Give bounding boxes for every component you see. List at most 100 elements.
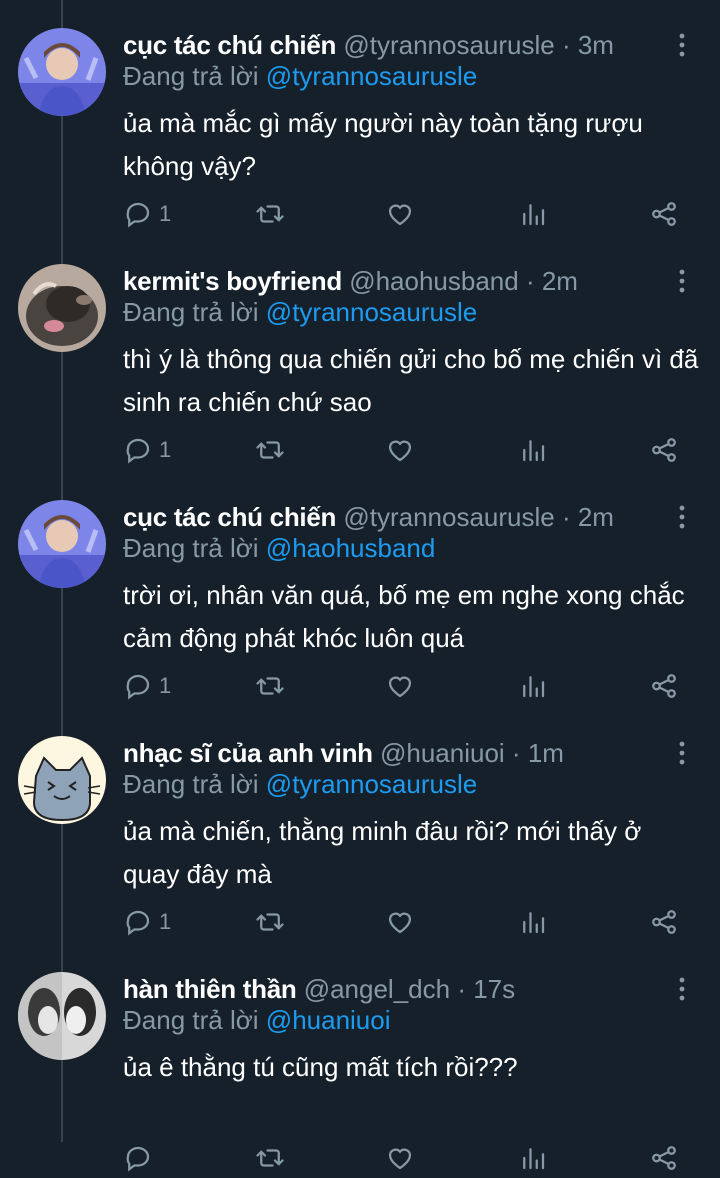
avatar[interactable] (18, 736, 106, 824)
user-handle[interactable]: @haohusband (349, 266, 519, 296)
share-button[interactable] (649, 902, 679, 942)
tweet-header: kermit's boyfriend @haohusband · 2m (123, 264, 578, 298)
reply-prefix: Đang trả lời (123, 533, 259, 563)
display-name[interactable]: kermit's boyfriend (123, 266, 342, 296)
analytics-button[interactable] (518, 666, 548, 706)
mention-link[interactable]: @tyrannosaurusle (266, 297, 477, 327)
share-icon (649, 199, 679, 229)
share-icon (649, 671, 679, 701)
timestamp[interactable]: 3m (578, 30, 614, 60)
separator: · (504, 738, 528, 768)
reply-icon (123, 671, 153, 701)
retweet-icon (255, 199, 285, 229)
timestamp[interactable]: 2m (578, 502, 614, 532)
analytics-icon (518, 1143, 548, 1173)
user-handle[interactable]: @huaniuoi (380, 738, 505, 768)
heart-icon (385, 1143, 415, 1173)
reply-prefix: Đang trả lời (123, 1005, 259, 1035)
reply-button[interactable]: 1 (123, 666, 171, 706)
analytics-icon (518, 671, 548, 701)
analytics-icon (518, 199, 548, 229)
analytics-button[interactable] (518, 1138, 548, 1178)
retweet-icon (255, 907, 285, 937)
mention-link[interactable]: @tyrannosaurusle (266, 769, 477, 799)
tweet-text: ủa ê thằng tú cũng mất tích rồi??? (123, 1052, 518, 1082)
user-handle[interactable]: @tyrannosaurusle (343, 502, 554, 532)
avatar[interactable] (18, 500, 106, 588)
retweet-button[interactable] (255, 430, 285, 470)
tweet-actions: 1 (123, 430, 683, 470)
analytics-button[interactable] (518, 902, 548, 942)
tweet-text: trời ơi, nhân văn quá, bố mẹ em nghe xon… (123, 580, 685, 653)
like-button[interactable] (385, 1138, 415, 1178)
user-handle[interactable]: @tyrannosaurusle (343, 30, 554, 60)
tweet-actions: 1 (123, 666, 683, 706)
more-options-icon[interactable] (672, 266, 692, 296)
share-button[interactable] (649, 194, 679, 234)
like-button[interactable] (385, 194, 415, 234)
retweet-button[interactable] (255, 1138, 285, 1178)
timestamp[interactable]: 1m (528, 738, 564, 768)
heart-icon (385, 199, 415, 229)
like-button[interactable] (385, 430, 415, 470)
share-button[interactable] (649, 1138, 679, 1178)
tweet-text: ủa mà chiến, thằng minh đâu rồi? mới thấ… (123, 816, 642, 889)
tweet-header: cục tác chú chiến @tyrannosaurusle · 2m (123, 500, 614, 534)
reply-prefix: Đang trả lời (123, 61, 259, 91)
reply-button[interactable]: 1 (123, 902, 171, 942)
analytics-icon (518, 435, 548, 465)
like-button[interactable] (385, 666, 415, 706)
avatar[interactable] (18, 264, 106, 352)
share-icon (649, 435, 679, 465)
mention-link[interactable]: @huaniuoi (266, 1005, 391, 1035)
reply-button[interactable] (123, 1138, 159, 1178)
like-button[interactable] (385, 902, 415, 942)
reply-count: 1 (159, 909, 172, 934)
display-name[interactable]: cục tác chú chiến (123, 502, 336, 532)
mention-link[interactable]: @haohusband (266, 533, 436, 563)
reply-button[interactable]: 1 (123, 430, 171, 470)
tweet-text: ủa mà mắc gì mấy người này toàn tặng rượ… (123, 108, 643, 181)
timestamp[interactable]: 17s (473, 974, 515, 1004)
separator: · (554, 502, 578, 532)
retweet-button[interactable] (255, 666, 285, 706)
display-name[interactable]: hàn thiên thần (123, 974, 297, 1004)
display-name[interactable]: cục tác chú chiến (123, 30, 336, 60)
tweet-actions (123, 1138, 683, 1178)
separator: · (518, 266, 542, 296)
heart-icon (385, 671, 415, 701)
more-options-icon[interactable] (672, 974, 692, 1004)
tweet-header: cục tác chú chiến @tyrannosaurusle · 3m (123, 28, 614, 62)
retweet-button[interactable] (255, 194, 285, 234)
reply-count: 1 (159, 201, 172, 226)
heart-icon (385, 907, 415, 937)
more-options-icon[interactable] (672, 738, 692, 768)
tweet-header: nhạc sĩ của anh vinh @huaniuoi · 1m (123, 736, 564, 770)
analytics-icon (518, 907, 548, 937)
reply-icon (123, 907, 153, 937)
reply-icon (123, 1143, 153, 1173)
retweet-button[interactable] (255, 902, 285, 942)
display-name[interactable]: nhạc sĩ của anh vinh (123, 738, 373, 768)
tweet-actions: 1 (123, 902, 683, 942)
avatar[interactable] (18, 28, 106, 116)
user-handle[interactable]: @angel_dch (304, 974, 450, 1004)
more-options-icon[interactable] (672, 502, 692, 532)
share-icon (649, 1143, 679, 1173)
avatar[interactable] (18, 972, 106, 1060)
replying-to: Đang trả lời @huaniuoi (123, 1003, 391, 1037)
analytics-button[interactable] (518, 430, 548, 470)
more-options-icon[interactable] (672, 30, 692, 60)
retweet-icon (255, 435, 285, 465)
replying-to: Đang trả lời @tyrannosaurusle (123, 295, 477, 329)
analytics-button[interactable] (518, 194, 548, 234)
reply-button[interactable]: 1 (123, 194, 171, 234)
share-button[interactable] (649, 666, 679, 706)
timestamp[interactable]: 2m (542, 266, 578, 296)
replying-to: Đang trả lời @tyrannosaurusle (123, 767, 477, 801)
retweet-icon (255, 1143, 285, 1173)
separator: · (554, 30, 578, 60)
share-button[interactable] (649, 430, 679, 470)
tweet-header: hàn thiên thần @angel_dch · 17s (123, 972, 515, 1006)
mention-link[interactable]: @tyrannosaurusle (266, 61, 477, 91)
